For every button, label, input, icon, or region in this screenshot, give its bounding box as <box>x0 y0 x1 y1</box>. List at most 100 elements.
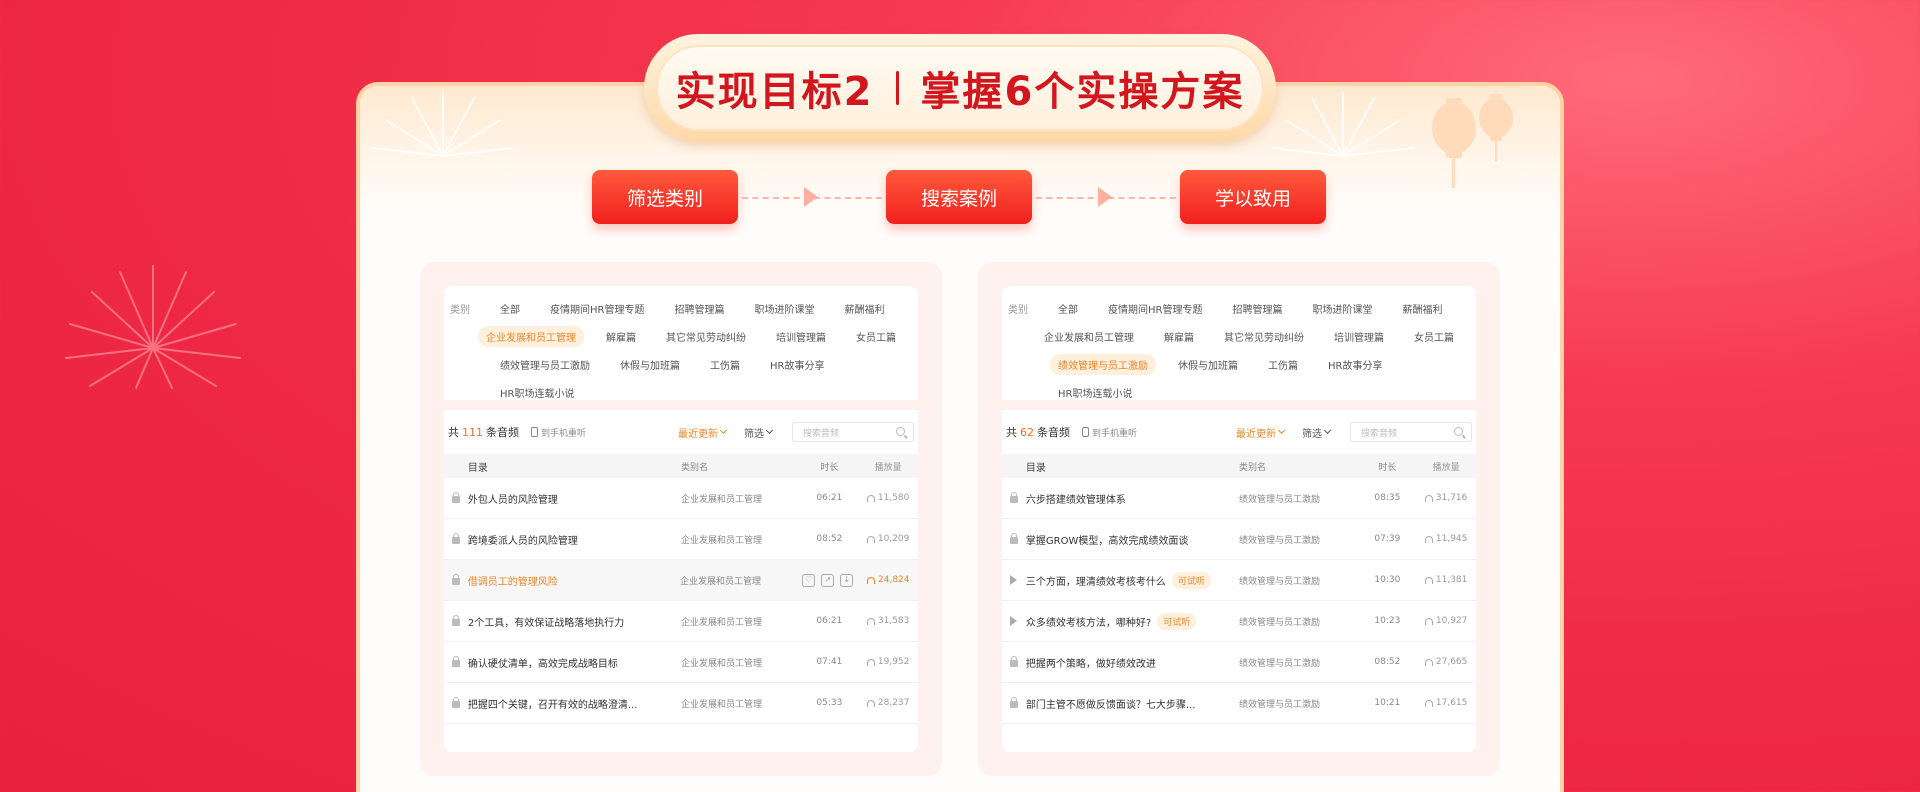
play-icon <box>1010 616 1018 626</box>
send-to-phone-link[interactable]: 到手机重听 <box>1082 426 1137 439</box>
filter-row: HR职场连载小说 <box>444 378 918 406</box>
track-title[interactable]: 部门主管不愿做反馈面谈？七大步骤... <box>1026 696 1239 711</box>
track-title[interactable]: 跨境委派人员的风险管理 <box>468 532 681 547</box>
headphones-icon <box>866 494 875 502</box>
filter-chip[interactable]: 绩效管理与员工激励 <box>492 354 598 375</box>
table-row[interactable]: 借调员工的管理风险 企业发展和员工管理 ♡ ↗ ↓ 24,824 <box>444 560 918 601</box>
filter-chip[interactable]: 绩效管理与员工激励 <box>1050 353 1156 375</box>
step-arrow <box>738 170 886 224</box>
filter-row: 企业发展和员工管理 解雇篇 其它常见劳动纠纷 培训管理篇 女员工篇 <box>444 322 918 350</box>
filter-chip[interactable]: 休假与加班篇 <box>1170 354 1246 375</box>
track-title[interactable]: 确认硬仗清单，高效完成战略目标 <box>468 655 681 670</box>
play-count: 28,237 <box>858 698 918 708</box>
table-row[interactable]: 众多绩效考核方法，哪种好? 可试听 绩效管理与员工激励 10:23 10,927 <box>1002 601 1476 642</box>
play-count: 17,615 <box>1416 698 1476 708</box>
filter-chip[interactable]: 其它常见劳动纠纷 <box>658 326 754 347</box>
table-row[interactable]: 跨境委派人员的风险管理 企业发展和员工管理 08:52 10,209 <box>444 519 918 560</box>
play-count-value: 11,381 <box>1435 575 1468 585</box>
track-category: 企业发展和员工管理 <box>681 535 763 546</box>
track-title[interactable]: 掌握GROW模型，高效完成绩效面谈 <box>1026 532 1239 547</box>
track-duration: 10:23 <box>1374 616 1401 626</box>
table-row[interactable]: 把握两个策略，做好绩效改进 绩效管理与员工激励 08:52 27,665 <box>1002 642 1476 683</box>
filter-chip[interactable]: 疫情期间HR管理专题 <box>1100 298 1210 319</box>
filter-chip[interactable]: 培训管理篇 <box>768 326 834 347</box>
filter-chip[interactable]: HR故事分享 <box>1320 354 1390 375</box>
phone-icon <box>1082 427 1089 437</box>
table-row[interactable]: 三个方面，理清绩效考核考什么 可试听 绩效管理与员工激励 10:30 11,381 <box>1002 560 1476 601</box>
filter-row: 企业发展和员工管理 解雇篇 其它常见劳动纠纷 培训管理篇 女员工篇 <box>1002 322 1476 350</box>
sort-dropdown[interactable]: 最近更新 <box>678 425 728 440</box>
table-row[interactable]: 部门主管不愿做反馈面谈？七大步骤... 绩效管理与员工激励 10:21 17,615 <box>1002 683 1476 724</box>
filter-chip[interactable]: 企业发展和员工管理 <box>478 325 584 347</box>
track-duration: 10:21 <box>1374 698 1401 708</box>
track-title[interactable]: 把握四个关键，召开有效的战略澄清... <box>468 696 681 711</box>
search-input[interactable]: 搜索音频 <box>792 422 914 442</box>
chevron-down-icon <box>719 426 728 435</box>
favorite-icon[interactable]: ♡ <box>802 573 816 587</box>
track-title[interactable]: 三个方面，理清绩效考核考什么 可试听 <box>1026 571 1239 589</box>
play-count-value: 10,209 <box>877 534 910 544</box>
send-to-phone-link[interactable]: 到手机重听 <box>531 426 586 439</box>
track-title[interactable]: 外包人员的风险管理 <box>468 491 681 506</box>
filter-chip[interactable]: 全部 <box>492 298 528 319</box>
filter-chip[interactable]: 招聘管理篇 <box>1224 298 1290 319</box>
filter-chip[interactable]: 薪酬福利 <box>1394 298 1450 319</box>
track-title[interactable]: 2个工具，有效保证战略落地执行力 <box>468 614 681 629</box>
table-row[interactable]: 外包人员的风险管理 企业发展和员工管理 06:21 11,580 <box>444 478 918 519</box>
filter-chip[interactable]: 其它常见劳动纠纷 <box>1216 326 1312 347</box>
filter-chip[interactable]: 解雇篇 <box>598 326 644 347</box>
track-title-text: 跨境委派人员的风险管理 <box>467 535 578 547</box>
filter-chip[interactable]: 招聘管理篇 <box>666 298 732 319</box>
track-category: 企业发展和员工管理 <box>681 699 763 710</box>
filter-chip[interactable]: 职场进阶课堂 <box>1304 298 1380 319</box>
lock-icon <box>451 656 460 667</box>
filter-chip[interactable]: 疫情期间HR管理专题 <box>542 298 652 319</box>
filter-chip[interactable]: 休假与加班篇 <box>612 354 688 375</box>
track-title[interactable]: 众多绩效考核方法，哪种好? 可试听 <box>1026 612 1239 630</box>
table-row[interactable]: 掌握GROW模型，高效完成绩效面谈 绩效管理与员工激励 07:39 11,945 <box>1002 519 1476 560</box>
arrow-right-icon <box>804 187 818 207</box>
table-row[interactable]: 确认硬仗清单，高效完成战略目标 企业发展和员工管理 07:41 19,952 <box>444 642 918 683</box>
filter-chip[interactable]: 全部 <box>1050 298 1086 319</box>
filter-chip[interactable]: 薪酬福利 <box>836 298 892 319</box>
headphones-icon <box>1424 494 1433 502</box>
table-row[interactable]: 六步搭建绩效管理体系 绩效管理与员工激励 08:35 31,716 <box>1002 478 1476 519</box>
download-icon[interactable]: ↓ <box>840 573 854 587</box>
chevron-down-icon <box>1323 426 1332 435</box>
track-duration: 07:39 <box>1374 534 1401 544</box>
title-left: 实现目标2 <box>675 69 874 115</box>
headphones-icon <box>1424 699 1433 707</box>
step-search-button[interactable]: 搜索案例 <box>886 170 1032 224</box>
filter-chip[interactable]: 工伤篇 <box>1260 354 1306 375</box>
list-header: 共 62 条音频 到手机重听 最近更新 筛选 搜索音频 <box>1002 410 1476 454</box>
filter-dropdown[interactable]: 筛选 <box>1302 425 1332 440</box>
table-row[interactable]: 把握四个关键，召开有效的战略澄清... 企业发展和员工管理 05:33 28,237 <box>444 683 918 724</box>
filter-chip[interactable]: HR职场连载小说 <box>1050 382 1140 403</box>
filter-dropdown[interactable]: 筛选 <box>744 425 774 440</box>
filter-chip[interactable]: 女员工篇 <box>848 326 904 347</box>
track-title[interactable]: 借调员工的管理风险 <box>468 573 680 588</box>
chevron-down-icon <box>765 426 774 435</box>
filter-chip[interactable]: 企业发展和员工管理 <box>1036 326 1142 347</box>
category-filter: 类别 全部 疫情期间HR管理专题 招聘管理篇 职场进阶课堂 薪酬福利企业发展和员工管理 解雇… <box>444 286 918 410</box>
filter-label: 类别 <box>450 304 470 316</box>
track-title[interactable]: 六步搭建绩效管理体系 <box>1026 491 1239 506</box>
filter-chip[interactable]: 女员工篇 <box>1406 326 1462 347</box>
list-header: 共 111 条音频 到手机重听 最近更新 筛选 搜索音频 <box>444 410 918 454</box>
track-title[interactable]: 把握两个策略，做好绩效改进 <box>1026 655 1239 670</box>
title-banner: 实现目标2 掌握6个实操方案 <box>644 34 1276 142</box>
sort-dropdown[interactable]: 最近更新 <box>1236 425 1286 440</box>
filter-chip[interactable]: HR职场连载小说 <box>492 382 582 403</box>
step-filter-button[interactable]: 筛选类别 <box>592 170 738 224</box>
filter-chip[interactable]: 培训管理篇 <box>1326 326 1392 347</box>
step-apply-button[interactable]: 学以致用 <box>1180 170 1326 224</box>
play-count: 11,945 <box>1416 534 1476 544</box>
filter-chip[interactable]: HR故事分享 <box>762 354 832 375</box>
table-row[interactable]: 2个工具，有效保证战略落地执行力 企业发展和员工管理 06:21 31,583 <box>444 601 918 642</box>
filter-chip[interactable]: 解雇篇 <box>1156 326 1202 347</box>
phone-label: 到手机重听 <box>541 428 587 439</box>
filter-chip[interactable]: 工伤篇 <box>702 354 748 375</box>
search-input[interactable]: 搜索音频 <box>1350 422 1472 442</box>
filter-chip[interactable]: 职场进阶课堂 <box>746 298 822 319</box>
share-icon[interactable]: ↗ <box>821 573 835 587</box>
